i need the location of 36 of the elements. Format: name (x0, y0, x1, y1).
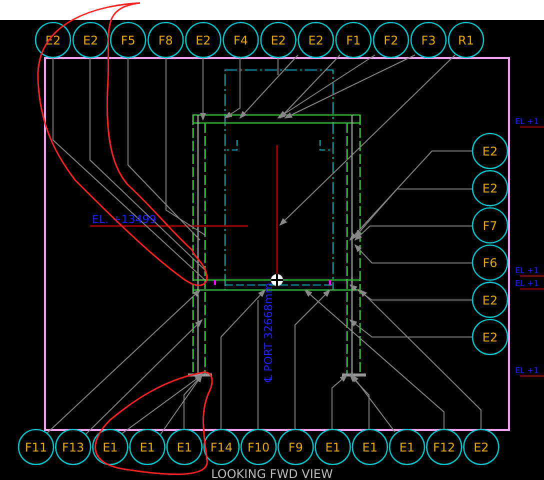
callout-balloon: E2 (72, 22, 109, 58)
callout-balloon: F3 (410, 22, 447, 58)
elevation-label: EL +1 (515, 279, 539, 288)
callout-balloon: E1 (166, 428, 203, 466)
callout-balloon: E2 (463, 428, 500, 466)
callout-balloon: E2 (472, 318, 508, 356)
callout-balloon: E1 (129, 428, 166, 466)
elevation-label: EL +1 (515, 366, 539, 375)
callout-balloon: F1 (335, 22, 372, 58)
callout-balloon: E2 (298, 22, 334, 58)
callout-balloon: F13 (54, 428, 92, 466)
callout-balloon: F12 (426, 428, 462, 466)
elevation-label: EL +1 (515, 117, 539, 126)
callout-balloon: R1 (448, 22, 484, 58)
callout-balloon: E2 (472, 170, 508, 206)
callout-balloon: F2 (372, 22, 410, 58)
callout-balloon: E2 (260, 22, 296, 58)
callout-balloon: E2 (185, 22, 222, 58)
callout-balloon: E1 (314, 428, 351, 466)
callout-balloon: E2 (472, 132, 508, 170)
elevation-label: EL +1 (515, 266, 539, 275)
callout-balloon: E1 (388, 428, 426, 466)
view-title: LOOKING FWD VIEW (211, 467, 333, 480)
callout-balloon: F8 (148, 22, 184, 58)
callout-balloon: F14 (203, 428, 240, 466)
callout-balloon: F7 (472, 207, 508, 244)
callout-balloon: E2 (472, 282, 508, 318)
callout-balloon: F5 (110, 22, 146, 58)
callout-balloon: F6 (472, 244, 508, 281)
centerline-label: ℄ PORT 32668mm (262, 282, 275, 382)
callout-balloon: F9 (278, 428, 314, 466)
callout-balloon: E1 (352, 428, 388, 466)
callout-balloon: F11 (18, 428, 54, 466)
callout-balloon: F4 (222, 22, 259, 58)
callout-balloon: E1 (92, 428, 128, 466)
callout-balloon: F10 (240, 428, 277, 466)
